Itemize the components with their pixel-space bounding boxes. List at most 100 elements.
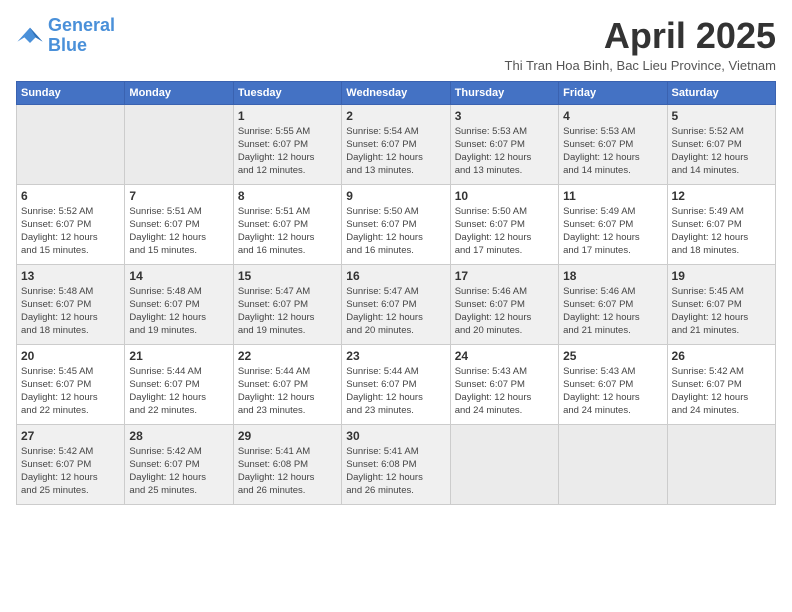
calendar-cell: 23 Sunrise: 5:44 AM Sunset: 6:07 PM Dayli… (342, 344, 450, 424)
day-number: 14 (129, 269, 228, 283)
calendar-cell: 2Sunrise: 5:54 AM Sunset: 6:07 PM Daylig… (342, 104, 450, 184)
day-number: 6 (21, 189, 120, 203)
logo-text: General Blue (48, 16, 115, 56)
calendar-cell: 21 Sunrise: 5:44 AM Sunset: 6:07 PM Dayli… (125, 344, 233, 424)
day-number: 26 (672, 349, 771, 363)
calendar-cell: 4Sunrise: 5:53 AM Sunset: 6:07 PM Daylig… (559, 104, 667, 184)
day-info: Sunrise: 5:50 AM Sunset: 6:07 PM Dayligh… (346, 205, 445, 258)
day-number: 11 (563, 189, 662, 203)
day-number: 18 (563, 269, 662, 283)
day-number: 8 (238, 189, 337, 203)
month-title: April 2025 (505, 16, 776, 56)
calendar-cell: 5 Sunrise: 5:52 AM Sunset: 6:07 PM Daylig… (667, 104, 775, 184)
calendar-cell: 12 Sunrise: 5:49 AM Sunset: 6:07 PM Dayli… (667, 184, 775, 264)
day-number: 10 (455, 189, 554, 203)
day-info: Sunrise: 5:50 AM Sunset: 6:07 PM Dayligh… (455, 205, 554, 258)
day-number: 1 (238, 109, 337, 123)
calendar-week-row: 20Sunrise: 5:45 AM Sunset: 6:07 PM Dayli… (17, 344, 776, 424)
day-info: Sunrise: 5:42 AM Sunset: 6:07 PM Dayligh… (672, 365, 771, 418)
weekday-header: Tuesday (233, 81, 341, 104)
calendar-cell: 3 Sunrise: 5:53 AM Sunset: 6:07 PM Daylig… (450, 104, 558, 184)
day-number: 4 (563, 109, 662, 123)
calendar-cell (17, 104, 125, 184)
calendar-cell: 11 Sunrise: 5:49 AM Sunset: 6:07 PM Dayli… (559, 184, 667, 264)
day-number: 19 (672, 269, 771, 283)
day-info: Sunrise: 5:48 AM Sunset: 6:07 PM Dayligh… (21, 285, 120, 338)
day-number: 17 (455, 269, 554, 283)
day-info: Sunrise: 5:52 AM Sunset: 6:07 PM Dayligh… (21, 205, 120, 258)
day-info: Sunrise: 5:49 AM Sunset: 6:07 PM Dayligh… (563, 205, 662, 258)
calendar-cell: 8Sunrise: 5:51 AM Sunset: 6:07 PM Daylig… (233, 184, 341, 264)
day-info: Sunrise: 5:44 AM Sunset: 6:07 PM Dayligh… (238, 365, 337, 418)
calendar-cell: 22 Sunrise: 5:44 AM Sunset: 6:07 PM Dayli… (233, 344, 341, 424)
calendar-header-row: SundayMondayTuesdayWednesdayThursdayFrid… (17, 81, 776, 104)
calendar-cell: 9 Sunrise: 5:50 AM Sunset: 6:07 PM Daylig… (342, 184, 450, 264)
day-number: 23 (346, 349, 445, 363)
logo: General Blue (16, 16, 115, 56)
day-info: Sunrise: 5:53 AM Sunset: 6:07 PM Dayligh… (455, 125, 554, 178)
day-number: 13 (21, 269, 120, 283)
day-number: 22 (238, 349, 337, 363)
calendar-cell: 14 Sunrise: 5:48 AM Sunset: 6:07 PM Dayli… (125, 264, 233, 344)
calendar-cell: 10 Sunrise: 5:50 AM Sunset: 6:07 PM Dayli… (450, 184, 558, 264)
day-number: 2 (346, 109, 445, 123)
day-number: 7 (129, 189, 228, 203)
calendar-week-row: 27Sunrise: 5:42 AM Sunset: 6:07 PM Dayli… (17, 424, 776, 504)
calendar-cell: 20Sunrise: 5:45 AM Sunset: 6:07 PM Dayli… (17, 344, 125, 424)
calendar-week-row: 6 Sunrise: 5:52 AM Sunset: 6:07 PM Daylig… (17, 184, 776, 264)
calendar-cell (125, 104, 233, 184)
calendar-cell: 26 Sunrise: 5:42 AM Sunset: 6:07 PM Dayli… (667, 344, 775, 424)
day-info: Sunrise: 5:49 AM Sunset: 6:07 PM Dayligh… (672, 205, 771, 258)
calendar-cell: 18 Sunrise: 5:46 AM Sunset: 6:07 PM Dayli… (559, 264, 667, 344)
day-info: Sunrise: 5:43 AM Sunset: 6:07 PM Dayligh… (563, 365, 662, 418)
calendar-table: SundayMondayTuesdayWednesdayThursdayFrid… (16, 81, 776, 505)
day-info: Sunrise: 5:44 AM Sunset: 6:07 PM Dayligh… (129, 365, 228, 418)
weekday-header: Friday (559, 81, 667, 104)
day-info: Sunrise: 5:43 AM Sunset: 6:07 PM Dayligh… (455, 365, 554, 418)
day-info: Sunrise: 5:47 AM Sunset: 6:07 PM Dayligh… (238, 285, 337, 338)
logo-icon (16, 22, 44, 50)
calendar-cell: 29 Sunrise: 5:41 AM Sunset: 6:08 PM Dayli… (233, 424, 341, 504)
calendar-cell: 17 Sunrise: 5:46 AM Sunset: 6:07 PM Dayli… (450, 264, 558, 344)
day-info: Sunrise: 5:45 AM Sunset: 6:07 PM Dayligh… (21, 365, 120, 418)
day-info: Sunrise: 5:52 AM Sunset: 6:07 PM Dayligh… (672, 125, 771, 178)
title-block: April 2025 Thi Tran Hoa Binh, Bac Lieu P… (505, 16, 776, 73)
weekday-header: Sunday (17, 81, 125, 104)
calendar-week-row: 13 Sunrise: 5:48 AM Sunset: 6:07 PM Dayli… (17, 264, 776, 344)
calendar-cell: 6 Sunrise: 5:52 AM Sunset: 6:07 PM Daylig… (17, 184, 125, 264)
day-number: 29 (238, 429, 337, 443)
calendar-cell: 27Sunrise: 5:42 AM Sunset: 6:07 PM Dayli… (17, 424, 125, 504)
weekday-header: Monday (125, 81, 233, 104)
day-info: Sunrise: 5:51 AM Sunset: 6:07 PM Dayligh… (129, 205, 228, 258)
calendar-cell: 28 Sunrise: 5:42 AM Sunset: 6:07 PM Dayli… (125, 424, 233, 504)
weekday-header: Saturday (667, 81, 775, 104)
day-number: 25 (563, 349, 662, 363)
day-info: Sunrise: 5:44 AM Sunset: 6:07 PM Dayligh… (346, 365, 445, 418)
day-number: 12 (672, 189, 771, 203)
day-number: 28 (129, 429, 228, 443)
day-info: Sunrise: 5:48 AM Sunset: 6:07 PM Dayligh… (129, 285, 228, 338)
calendar-cell: 7 Sunrise: 5:51 AM Sunset: 6:07 PM Daylig… (125, 184, 233, 264)
day-info: Sunrise: 5:47 AM Sunset: 6:07 PM Dayligh… (346, 285, 445, 338)
day-info: Sunrise: 5:45 AM Sunset: 6:07 PM Dayligh… (672, 285, 771, 338)
calendar-cell: 15 Sunrise: 5:47 AM Sunset: 6:07 PM Dayli… (233, 264, 341, 344)
calendar-cell: 24Sunrise: 5:43 AM Sunset: 6:07 PM Dayli… (450, 344, 558, 424)
day-number: 3 (455, 109, 554, 123)
day-number: 16 (346, 269, 445, 283)
day-number: 21 (129, 349, 228, 363)
calendar-cell: 30Sunrise: 5:41 AM Sunset: 6:08 PM Dayli… (342, 424, 450, 504)
page-header: General Blue April 2025 Thi Tran Hoa Bin… (16, 16, 776, 73)
calendar-cell: 13 Sunrise: 5:48 AM Sunset: 6:07 PM Dayli… (17, 264, 125, 344)
calendar-cell (559, 424, 667, 504)
day-info: Sunrise: 5:46 AM Sunset: 6:07 PM Dayligh… (563, 285, 662, 338)
day-info: Sunrise: 5:42 AM Sunset: 6:07 PM Dayligh… (21, 445, 120, 498)
day-number: 9 (346, 189, 445, 203)
calendar-cell: 16 Sunrise: 5:47 AM Sunset: 6:07 PM Dayli… (342, 264, 450, 344)
day-number: 5 (672, 109, 771, 123)
day-info: Sunrise: 5:41 AM Sunset: 6:08 PM Dayligh… (238, 445, 337, 498)
calendar-cell (450, 424, 558, 504)
day-number: 15 (238, 269, 337, 283)
day-info: Sunrise: 5:42 AM Sunset: 6:07 PM Dayligh… (129, 445, 228, 498)
location-subtitle: Thi Tran Hoa Binh, Bac Lieu Province, Vi… (505, 58, 776, 73)
day-info: Sunrise: 5:46 AM Sunset: 6:07 PM Dayligh… (455, 285, 554, 338)
